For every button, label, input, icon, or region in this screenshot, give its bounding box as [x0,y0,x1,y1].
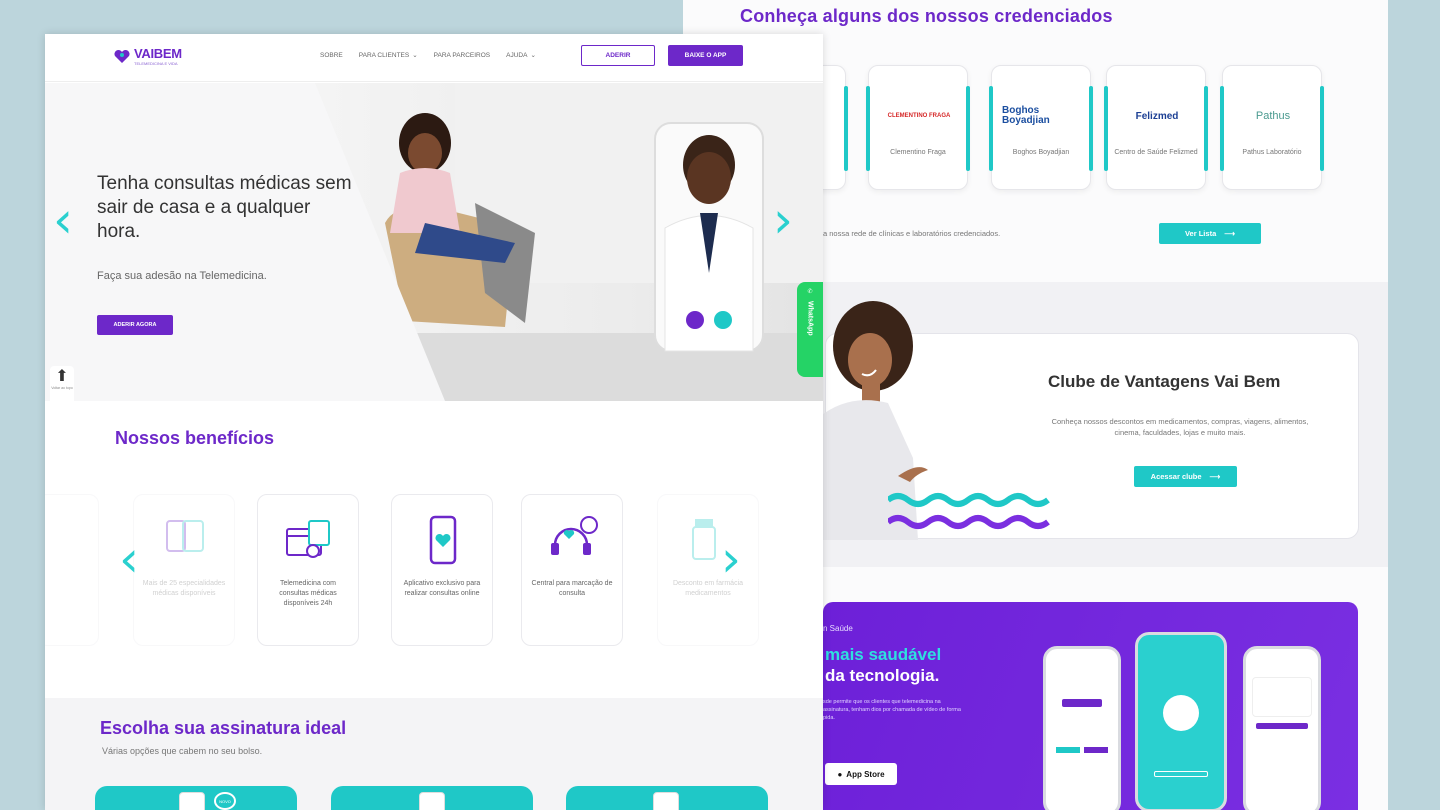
hero-banner: Tenha consultas médicas sem sair de casa… [45,83,823,401]
whatsapp-button[interactable]: ✆ WhatsApp [797,282,823,377]
benefit-text: Central para marcação de consulta [531,580,613,597]
vaibem-logo[interactable]: VAIBEM TELEMEDICINA E VIDA [113,45,182,66]
benefit-card[interactable]: Mais de 25 especialidades médicas dispon… [133,494,235,646]
promo-heading-2: da tecnologia. [825,666,940,685]
benefit-text: Aplicativo exclusivo para realizar consu… [403,580,481,597]
top-navbar: VAIBEM TELEMEDICINA E VIDA SOBRE PARA CL… [45,34,823,82]
app-store-button[interactable]: ● App Store [825,763,897,785]
phone-mockup-doctor [1135,632,1227,810]
nav-ajuda[interactable]: AJUDA ⌄ [506,51,536,60]
background-edge [0,0,45,810]
partner-card[interactable]: CLEMENTINO FRAGA Clementino Fraga [866,65,970,190]
ver-lista-button[interactable]: Ver Lista ⟶ [1159,223,1261,244]
app-promo-section: n Saúde mais saudável da tecnologia. sde… [823,602,1358,810]
chevron-down-icon: ⌄ [412,52,418,59]
baixe-app-button[interactable]: BAIXE O APP [668,45,743,66]
chevron-down-icon: ⌄ [530,52,536,59]
benefits-title: Nossos benefícios [115,428,275,448]
wave-decoration [888,493,1050,529]
nav-sobre-label: SOBRE [320,51,343,59]
club-text: Conheça nossos descontos em medicamentos… [1051,417,1309,437]
phone-heart-icon [429,515,457,565]
partner-logo: Boghos Boyadjian [1002,105,1050,126]
partner-name: Centro de Saúde Felizmed [1114,149,1198,156]
partner-name: Pathus Laboratório [1242,149,1302,156]
heart-logo-icon [114,49,130,63]
multi-device-icon [166,520,204,552]
hero-next-arrow-icon[interactable]: › [773,195,793,245]
aderir-agora-button[interactable]: ADERIR AGORA [97,315,173,335]
phone-mockup-login [1043,646,1121,810]
nav-para-clientes-label: PARA CLIENTES [358,51,410,59]
network-text: a nossa rede de clínicas e laboratórios … [823,229,1001,238]
partners-title: Conheça alguns dos nossos credenciados [740,6,1113,26]
benefit-card[interactable]: Central para marcação de consulta [521,494,623,646]
partner-logo: CLEMENTINO FRAGA [887,113,951,119]
partner-logo: Felizmed [1135,110,1179,122]
benefit-card[interactable]: Aplicativo exclusivo para realizar consu… [391,494,493,646]
acessar-clube-button[interactable]: Acessar clube ⟶ [1134,466,1237,487]
plans-title: Escolha sua assinatura ideal [100,718,347,738]
partner-card[interactable]: Felizmed Centro de Saúde Felizmed [1104,65,1208,190]
partner-card[interactable]: Pathus Pathus Laboratório [1220,65,1324,190]
nav-para-clientes[interactable]: PARA CLIENTES ⌄ [358,51,418,60]
arrow-right-icon: ⟶ [1209,472,1221,481]
hero-subtitle: Faça sua adesão na Telemedicina. [97,270,267,282]
homepage-preview: VAIBEM TELEMEDICINA E VIDA SOBRE PARA CL… [45,34,823,810]
partner-logo: Pathus [1255,110,1291,122]
nav-ajuda-label: AJUDA [506,51,528,59]
apple-icon: ● [837,769,843,779]
benefit-card[interactable]: Telemedicina com consultas médicas dispo… [257,494,359,646]
nav-para-parceiros-label: PARA PARCEIROS [433,51,491,59]
aderir-button[interactable]: ADERIR [581,45,655,66]
promo-heading-1: mais saudável [825,645,942,664]
whatsapp-icon: ✆ [807,289,813,295]
arrow-up-icon: ⬆ [55,368,69,385]
hero-prev-arrow-icon[interactable]: ‹ [53,195,73,245]
benefits-prev-arrow-icon[interactable]: ‹ [119,534,139,584]
back-to-top-button[interactable]: ⬆ Voltar ao topo [50,366,74,408]
partner-name: Clementino Fraga [890,149,946,156]
plan-icon [653,792,679,810]
benefit-text: Mais de 25 especialidades médicas dispon… [142,580,226,597]
phone-mockup-app [1243,646,1321,810]
plan-icon [419,792,445,810]
ver-lista-label: Ver Lista [1184,229,1217,238]
nav-sobre[interactable]: SOBRE [320,51,343,59]
logo-tagline: TELEMEDICINA E VIDA [134,61,178,66]
calendar-icon [286,520,330,558]
logo-word: VAIBEM [134,46,182,61]
back-to-top-label: Voltar ao topo [51,386,73,390]
partner-card[interactable]: Boghos Boyadjian Boghos Boyadjian [989,65,1093,190]
app-store-label: App Store [846,769,885,779]
nav-para-parceiros[interactable]: PARA PARCEIROS [434,51,490,59]
promo-kicker: n Saúde [823,624,853,633]
hero-title: Tenha consultas médicas sem sair de casa… [97,173,352,242]
arrow-right-icon: ⟶ [1224,229,1236,238]
plan-icon [179,792,205,810]
headset-clock-icon [551,516,598,555]
club-title: Clube de Vantagens Vai Bem [1048,372,1281,391]
benefit-card[interactable]: Desconto em farmácia medicamentos [657,494,759,646]
partner-name: Boghos Boyadjian [1012,149,1070,156]
novo-badge: NOVO [214,792,236,810]
nav-links: SOBRE PARA CLIENTES ⌄ PARA PARCEIROS AJUD… [320,51,536,60]
promo-text: sde permite que os clientes que telemedi… [823,699,961,721]
whatsapp-label: WhatsApp [806,301,814,336]
benefit-card-partial [45,494,99,646]
acessar-clube-label: Acessar clube [1150,472,1202,481]
benefit-text: Telemedicina com consultas médicas dispo… [279,580,337,607]
benefits-next-arrow-icon[interactable]: › [721,534,741,584]
plans-subtitle: Várias opções que cabem no seu bolso. [102,746,263,756]
